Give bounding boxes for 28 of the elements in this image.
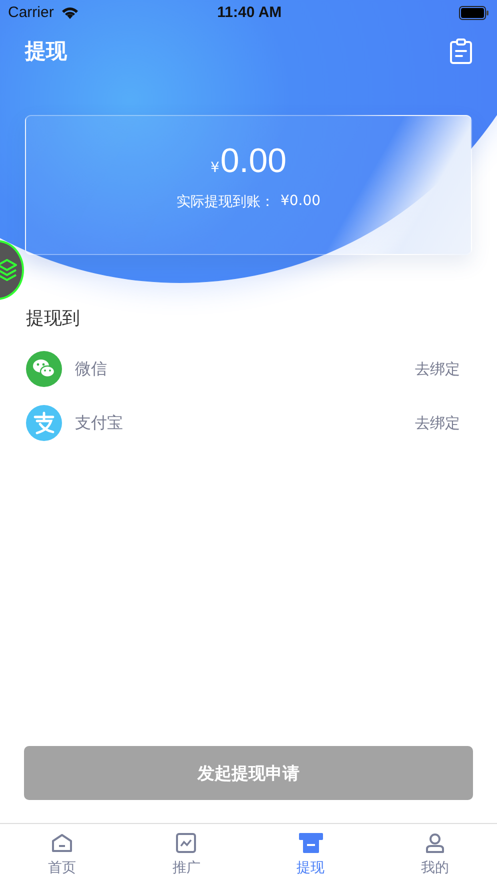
wifi-icon — [60, 6, 80, 20]
currency-symbol: ¥ — [210, 160, 220, 176]
payment-method-name: 微信 — [75, 358, 108, 380]
bind-link[interactable]: 去绑定 — [415, 414, 460, 432]
tab-label: 我的 — [420, 859, 449, 877]
tab-label: 提现 — [296, 859, 325, 877]
bind-link[interactable]: 去绑定 — [415, 360, 460, 378]
clipboard-icon[interactable] — [449, 38, 473, 64]
page-title: 提现 — [25, 38, 67, 65]
chart-icon — [176, 833, 196, 853]
chat-bubbles-icon — [26, 351, 62, 387]
tab-item[interactable]: 提现 — [248, 824, 373, 883]
battery-icon — [459, 6, 489, 20]
tab-label: 首页 — [48, 859, 76, 877]
clock-text: 11:40 AM — [216, 4, 283, 21]
layers-icon — [0, 257, 18, 283]
section-title: 提现到 — [26, 307, 81, 331]
tab-item[interactable]: 我的 — [372, 824, 497, 883]
actual-label: 实际提现到账： — [176, 193, 274, 211]
tab-label: 推广 — [172, 859, 200, 877]
carrier-text: Carrier — [8, 4, 54, 21]
payment-method-name: 支付宝 — [75, 412, 124, 434]
home-icon — [51, 833, 74, 853]
tab-item[interactable]: 推广 — [124, 824, 248, 883]
user-icon — [424, 833, 445, 853]
tab-item[interactable]: 首页 — [0, 824, 124, 883]
actual-amount: ¥0.00 — [280, 193, 321, 211]
balance-amount: 0.00 — [220, 142, 287, 181]
